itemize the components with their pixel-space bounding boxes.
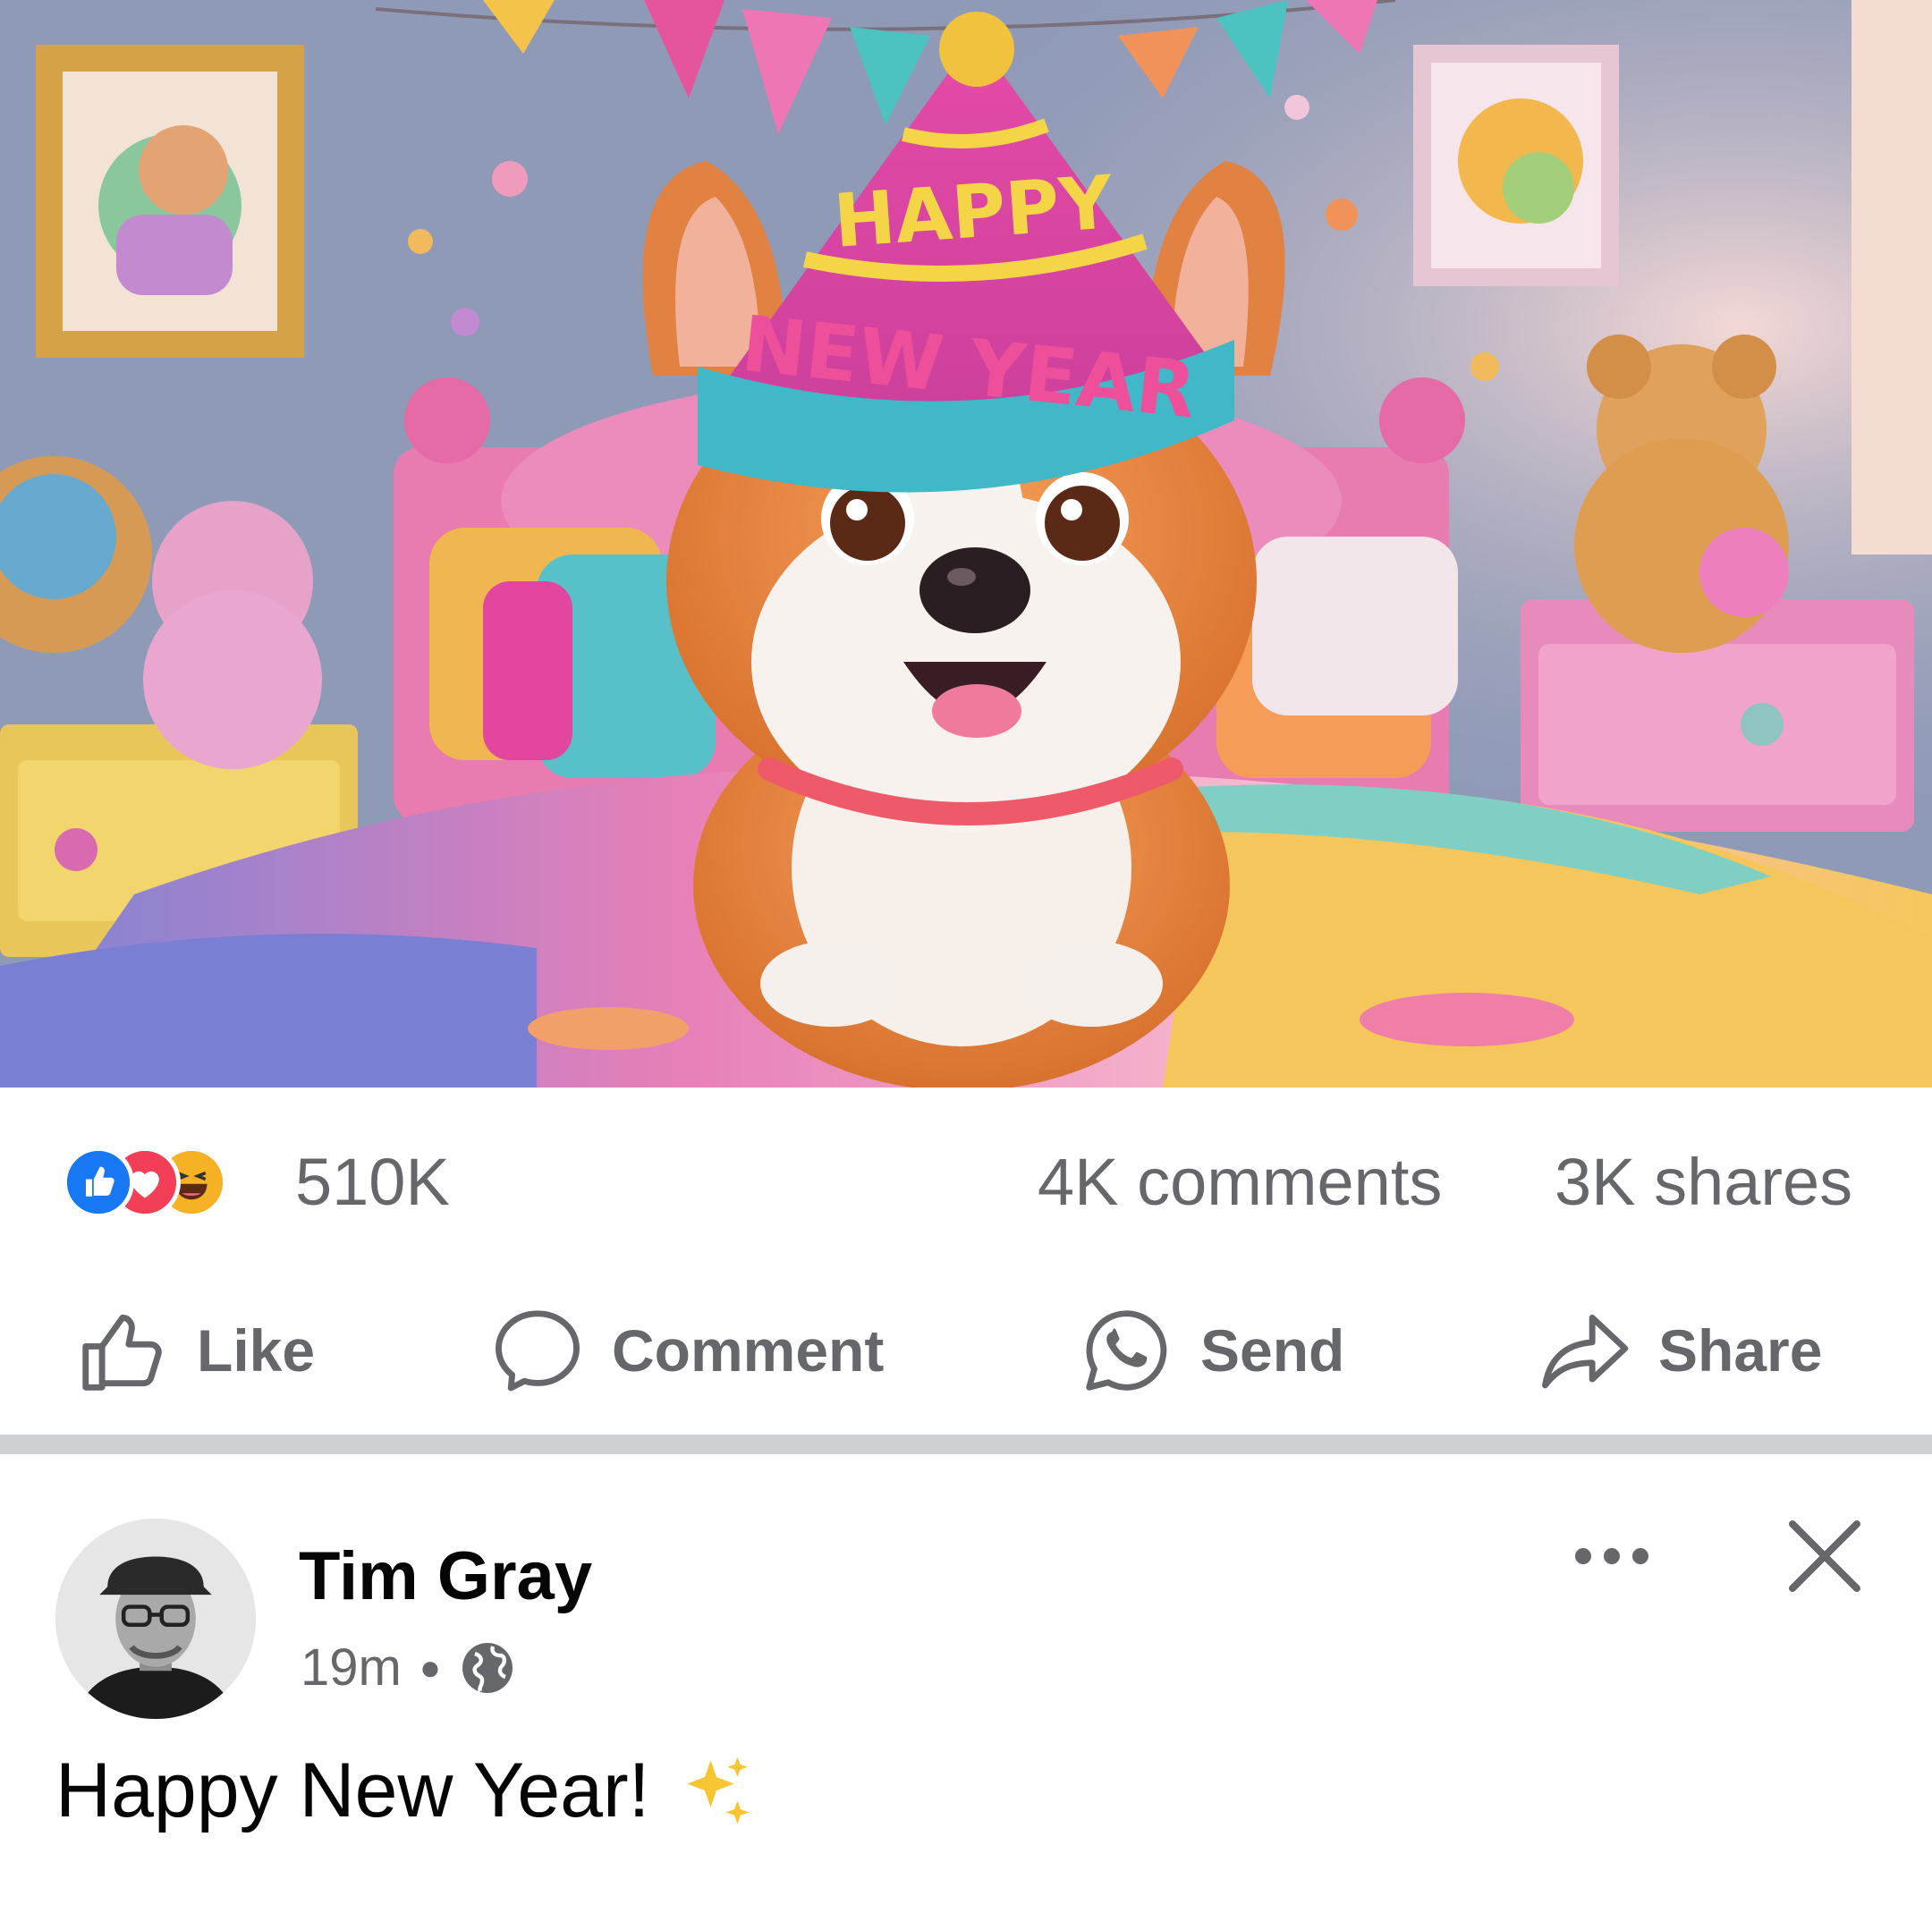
comments-count[interactable]: 4K comments — [1038, 1147, 1442, 1218]
share-button[interactable]: Share — [1535, 1297, 1822, 1404]
hide-post-button[interactable] — [1780, 1511, 1869, 1601]
post-photo[interactable]: HAPPY NEW YEAR — [0, 0, 1932, 1088]
ellipsis-icon — [1575, 1548, 1648, 1564]
comment-bubble-icon — [496, 1310, 580, 1392]
post-meta: 19m ● — [301, 1637, 516, 1699]
author-name[interactable]: Tim Gray — [299, 1536, 592, 1617]
send-button[interactable]: Send — [1077, 1297, 1344, 1404]
close-icon — [1789, 1520, 1860, 1592]
post-body: Happy New Year! — [55, 1746, 758, 1835]
reaction-count[interactable]: 510K — [295, 1147, 450, 1218]
share-label: Share — [1658, 1317, 1823, 1384]
whatsapp-icon — [1086, 1310, 1167, 1391]
feed-divider — [0, 1435, 1932, 1454]
more-options-button[interactable] — [1565, 1520, 1658, 1592]
thumbs-up-icon — [82, 1314, 162, 1391]
send-label: Send — [1200, 1317, 1345, 1384]
globe-icon — [462, 1643, 513, 1693]
reaction-icons[interactable] — [63, 1147, 268, 1218]
author-avatar[interactable] — [55, 1519, 256, 1719]
shares-count[interactable]: 3K shares — [1555, 1147, 1852, 1218]
comment-button[interactable]: Comment — [488, 1297, 884, 1404]
comment-label: Comment — [612, 1317, 885, 1384]
share-arrow-icon — [1542, 1314, 1629, 1389]
sparkles-icon — [686, 1756, 750, 1824]
like-icon — [63, 1147, 134, 1218]
post-time[interactable]: 19m — [301, 1637, 402, 1699]
corgi-party-image: HAPPY NEW YEAR — [0, 0, 1932, 1088]
like-label: Like — [197, 1317, 316, 1384]
meta-separator: ● — [419, 1648, 441, 1688]
like-button[interactable]: Like — [73, 1297, 315, 1404]
post-text: Happy New Year! — [55, 1748, 650, 1833]
